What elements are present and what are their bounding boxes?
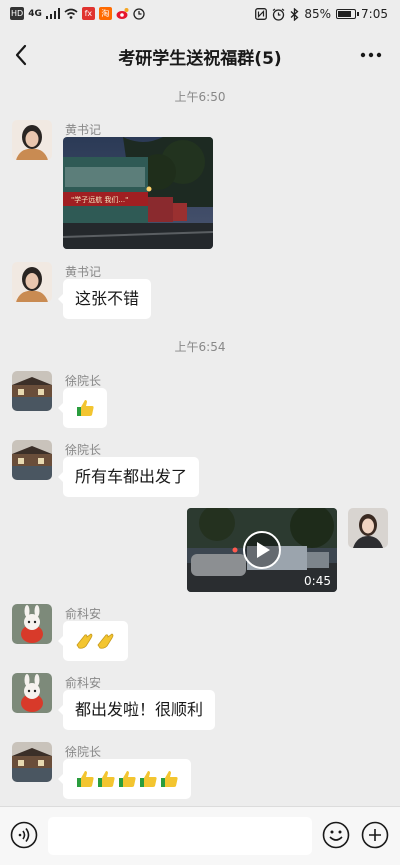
emoji-row: [75, 388, 95, 428]
message-bubble[interactable]: [58, 388, 107, 428]
avatar-yu[interactable]: [12, 604, 52, 644]
sender-name: 徐院长: [65, 374, 102, 388]
status-bar: HD 4G fx 淘 85% 7:05: [0, 0, 400, 30]
message-text: 所有车都出发了: [75, 467, 188, 486]
avatar-huang[interactable]: [12, 262, 52, 302]
signal-4g-icon: 4G: [28, 8, 42, 19]
thumbs-up-icon: [98, 771, 115, 787]
avatar-huang[interactable]: [12, 120, 52, 160]
avatar-xu[interactable]: [12, 742, 52, 782]
taobao-icon: 淘: [98, 7, 112, 20]
message-input[interactable]: [48, 817, 312, 855]
sender-name: 黄书记: [65, 265, 102, 279]
avatar-me[interactable]: [348, 508, 388, 548]
emoji-row: [75, 759, 179, 799]
status-time: 7:05: [361, 7, 388, 21]
thumbs-up-icon: [77, 400, 94, 416]
wifi-icon: [64, 8, 78, 19]
clap-icon: [97, 633, 114, 649]
plus-icon[interactable]: [361, 821, 389, 849]
chat-title: 考研学生送祝福群(5): [118, 49, 282, 69]
sender-name: 俞科安: [65, 676, 102, 690]
message-bubble[interactable]: 这张不错: [57, 279, 152, 319]
battery-percent: 85%: [304, 7, 332, 21]
timestamp: 上午6:50: [174, 90, 226, 104]
weibo-icon: [116, 8, 129, 19]
shared-photo[interactable]: "学子远航 我们...": [63, 137, 213, 249]
emoji-row: [75, 621, 116, 661]
status-left-icons: HD 4G fx 淘: [10, 7, 145, 20]
hd-icon: HD: [10, 7, 25, 20]
thumbs-up-icon: [161, 771, 178, 787]
more-options-icon[interactable]: [360, 45, 382, 65]
message-bubble[interactable]: [58, 621, 128, 661]
banner-text: "学子远航 我们...": [71, 195, 128, 204]
clap-icon: [76, 633, 93, 649]
message-text: 这张不错: [75, 289, 140, 308]
voice-icon[interactable]: [10, 821, 38, 849]
signal-bars-icon: [45, 8, 60, 19]
clock-icon: [133, 7, 145, 20]
sender-name: 黄书记: [65, 123, 102, 137]
timestamp: 上午6:54: [174, 340, 226, 354]
input-bar: [0, 806, 400, 865]
status-right-icons: 85% 7:05: [255, 7, 388, 21]
sender-name: 徐院长: [65, 443, 102, 457]
sender-name: 徐院长: [65, 745, 102, 759]
message-bubble[interactable]: 所有车都出发了: [57, 457, 200, 497]
bluetooth-icon: [290, 7, 299, 21]
alarm-icon: [273, 8, 285, 21]
avatar-xu[interactable]: [12, 440, 52, 480]
app-notification-icon: fx: [81, 7, 95, 20]
thumbs-up-icon: [140, 771, 157, 787]
emoji-icon[interactable]: [322, 821, 350, 849]
play-icon[interactable]: [242, 530, 282, 570]
video-duration: 0:45: [304, 574, 331, 588]
avatar-xu[interactable]: [12, 371, 52, 411]
sender-name: 俞科安: [65, 607, 102, 621]
thumbs-up-icon: [119, 771, 136, 787]
message-bubble[interactable]: 都出发啦！很顺利: [57, 690, 216, 730]
nfc-icon: [255, 8, 268, 20]
battery-icon: [336, 9, 360, 19]
avatar-yu[interactable]: [12, 673, 52, 713]
chat-header: 考研学生送祝福群(5): [0, 30, 400, 80]
video-message[interactable]: 0:45: [187, 508, 337, 592]
message-bubble[interactable]: [58, 759, 191, 799]
message-text: 都出发啦！很顺利: [75, 700, 204, 719]
thumbs-up-icon: [77, 771, 94, 787]
